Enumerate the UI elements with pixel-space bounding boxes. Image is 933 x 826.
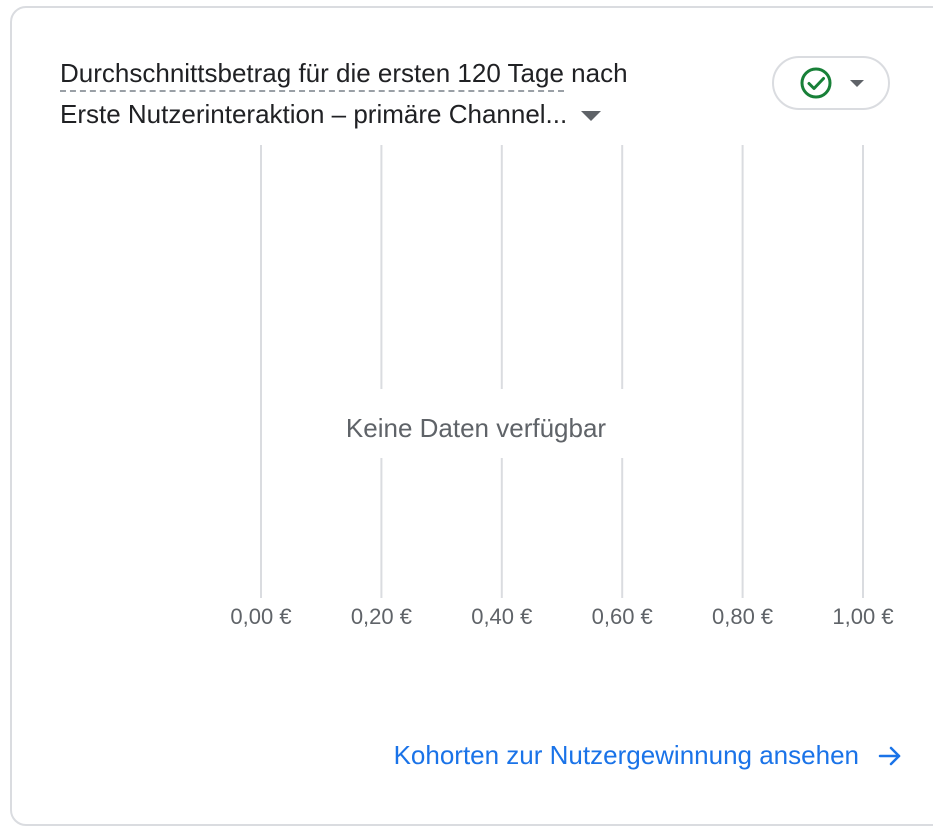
x-tick-label-2: 0,40 € — [471, 604, 532, 629]
no-data-message: Keine Daten verfügbar — [346, 413, 607, 443]
view-acquisition-cohorts-link[interactable]: Kohorten zur Nutzergewinnung ansehen — [394, 740, 903, 771]
footer-link-label: Kohorten zur Nutzergewinnung ansehen — [393, 740, 859, 770]
x-tick-label-1: 0,20 € — [351, 604, 412, 629]
x-tick-label-0: 0,00 € — [230, 604, 291, 629]
x-axis-tick-labels: 0,00 € 0,20 € 0,40 € 0,60 € 0,80 € 1,00 € — [230, 604, 893, 629]
empty-bar-chart: 0,00 € 0,20 € 0,40 € 0,60 € 0,80 € 1,00 € Kei… — [230, 145, 894, 629]
x-tick-label-5: 1,00 € — [832, 604, 893, 629]
arrow-right-icon — [878, 746, 901, 765]
chart-gridlines — [260, 145, 864, 598]
x-tick-label-3: 0,60 € — [592, 604, 653, 629]
x-tick-label-4: 0,80 € — [712, 604, 773, 629]
